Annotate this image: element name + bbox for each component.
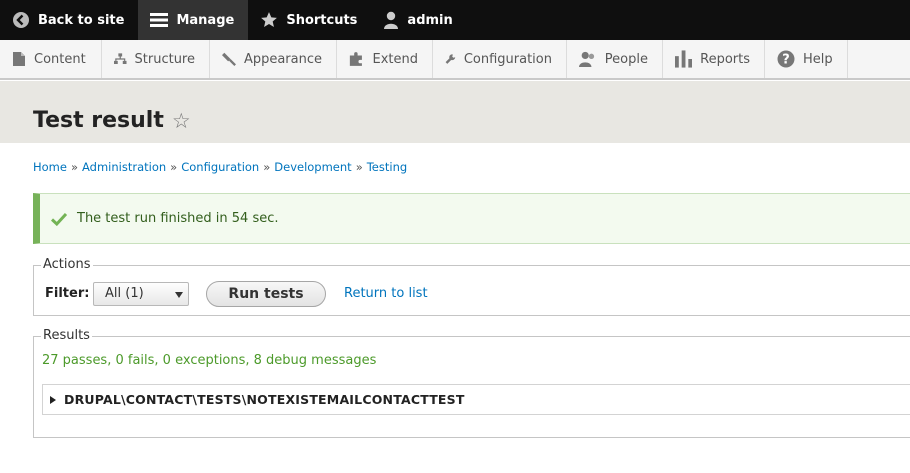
menu-item-appearance[interactable]: Appearance <box>210 40 337 78</box>
manage-label: Manage <box>176 12 235 28</box>
bar-chart-icon <box>675 50 693 68</box>
expand-triangle-icon <box>50 395 56 404</box>
menu-item-help[interactable]: ? Help <box>765 40 848 78</box>
menu-item-extend[interactable]: Extend <box>337 40 433 78</box>
sitemap-icon <box>114 53 127 65</box>
menu-item-people[interactable]: People <box>567 40 663 78</box>
star-icon <box>261 12 278 27</box>
test-group-details[interactable]: DRUPAL\CONTACT\TESTS\NOTEXISTEMAILCONTAC… <box>42 384 910 415</box>
breadcrumb-configuration[interactable]: Configuration <box>181 160 259 174</box>
menu-item-configuration[interactable]: Configuration <box>433 40 567 78</box>
breadcrumb-separator: » <box>263 160 271 174</box>
user-tab[interactable]: admin <box>371 0 466 40</box>
results-summary: 27 passes, 0 fails, 0 exceptions, 8 debu… <box>42 353 377 368</box>
menu-item-label: Content <box>34 51 86 67</box>
menu-item-label: Extend <box>372 51 419 67</box>
breadcrumb-separator: » <box>170 160 178 174</box>
test-group-title: DRUPAL\CONTACT\TESTS\NOTEXISTEMAILCONTAC… <box>64 392 465 407</box>
svg-text:?: ? <box>782 53 790 68</box>
breadcrumb-home[interactable]: Home <box>33 160 67 174</box>
checkmark-icon <box>51 212 67 226</box>
user-icon <box>384 11 399 29</box>
wrench-icon <box>445 54 456 64</box>
menu-item-content[interactable]: Content <box>0 40 102 78</box>
admin-menu-tray: Content Structure Appearance Extend Conf… <box>0 40 910 80</box>
paintbrush-icon <box>222 52 236 67</box>
dropdown-arrow-icon <box>175 292 183 298</box>
menu-item-structure[interactable]: Structure <box>102 40 210 78</box>
back-to-site-label: Back to site <box>38 12 125 28</box>
page-title-text: Test result <box>33 108 164 133</box>
return-to-list-link[interactable]: Return to list <box>344 286 428 301</box>
menu-item-label: Structure <box>134 51 195 67</box>
breadcrumb: Home» Administration» Configuration» Develo… <box>33 160 407 174</box>
breadcrumb-separator: » <box>70 160 79 174</box>
manage-tab[interactable]: Manage <box>138 0 249 40</box>
status-message-text: The test run finished in 54 sec. <box>77 211 279 226</box>
filter-select-value: All (1) <box>105 286 144 301</box>
breadcrumb-administration[interactable]: Administration <box>82 160 166 174</box>
people-icon <box>579 51 595 68</box>
puzzle-icon <box>349 52 362 66</box>
shortcuts-tab[interactable]: Shortcuts <box>248 0 371 40</box>
admin-toolbar: Back to site Manage Shortcuts admin <box>0 0 910 40</box>
menu-item-reports[interactable]: Reports <box>663 40 765 78</box>
menu-item-label: People <box>604 51 648 67</box>
menu-item-label: Reports <box>700 51 750 67</box>
results-fieldset: Results 27 passes, 0 fails, 0 exceptions… <box>33 328 910 438</box>
hamburger-icon <box>150 13 169 27</box>
shortcuts-label: Shortcuts <box>286 12 358 28</box>
status-message: The test run finished in 54 sec. <box>33 193 910 244</box>
user-label: admin <box>407 12 453 28</box>
page-title: Test result ☆ <box>33 108 191 133</box>
results-legend: Results <box>41 328 92 343</box>
breadcrumb-testing[interactable]: Testing <box>367 160 407 174</box>
menu-item-label: Help <box>803 51 833 67</box>
breadcrumb-separator: » <box>355 160 363 174</box>
filter-select[interactable]: All (1) <box>93 282 189 306</box>
actions-fieldset: Actions Filter: All (1) Run tests Return… <box>33 257 910 316</box>
back-to-site-link[interactable]: Back to site <box>0 0 138 40</box>
back-arrow-icon <box>13 12 29 28</box>
document-icon <box>13 52 25 66</box>
run-tests-button[interactable]: Run tests <box>206 281 326 307</box>
breadcrumb-development[interactable]: Development <box>274 160 351 174</box>
menu-item-label: Appearance <box>243 51 322 67</box>
menu-item-label: Configuration <box>463 51 552 67</box>
filter-label: Filter: <box>45 286 90 301</box>
shortcut-star-icon[interactable]: ☆ <box>172 109 191 133</box>
actions-legend: Actions <box>41 257 93 272</box>
help-icon: ? <box>777 50 795 68</box>
